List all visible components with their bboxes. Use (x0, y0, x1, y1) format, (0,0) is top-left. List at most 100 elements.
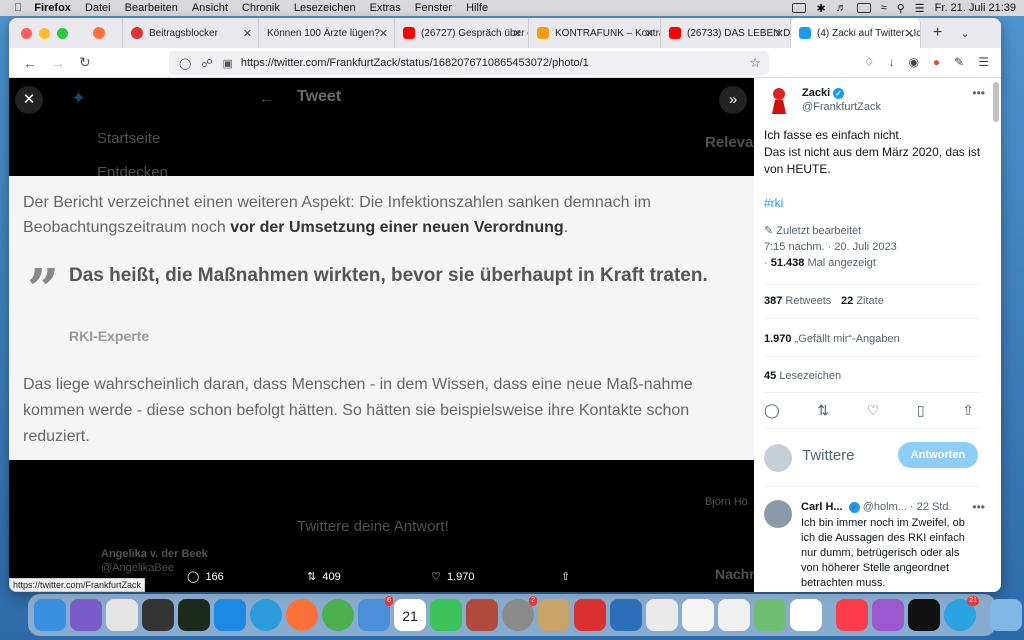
share-icon[interactable]: ⇧ (962, 402, 974, 419)
tab-twitter-active[interactable]: (4) Zacki auf Twitter: „Ic ✕ (791, 18, 921, 48)
close-tab-icon[interactable]: ✕ (513, 27, 522, 40)
forward-arrow-icon[interactable]: → (51, 55, 65, 71)
close-tab-icon[interactable]: ✕ (905, 27, 914, 40)
safari-icon[interactable] (250, 599, 282, 631)
calendar-icon[interactable]: 21 (394, 599, 426, 631)
menu-app-name[interactable]: Firefox (34, 2, 71, 14)
tab-aerzte[interactable]: Können 100 Ärzte lügen? ✕ (259, 18, 395, 48)
scrollbar[interactable] (993, 82, 999, 122)
tab-youtube-gespraech[interactable]: (26727) Gespräch über e ✕ (395, 18, 529, 48)
reply-icon[interactable]: ◯ (764, 402, 780, 419)
facetime-icon[interactable] (430, 599, 462, 631)
pages-icon[interactable] (718, 599, 750, 631)
collapse-sidebar-button[interactable]: » (719, 86, 747, 114)
tweet-timestamp[interactable]: 7:15 nachm. · 20. Juli 2023 (764, 241, 897, 253)
volume-icon[interactable]: ♬ (836, 2, 847, 14)
control-center-icon[interactable]: ☰ (915, 2, 925, 15)
menu-item-chronik[interactable]: Chronik (242, 2, 280, 14)
tab-kontrafunk[interactable]: KONTRAFUNK – Kontrafu ✕ (529, 18, 661, 48)
quotes-stat[interactable]: 22 Zitate (841, 295, 884, 307)
close-window-button[interactable] (21, 27, 32, 39)
wd-icon[interactable] (792, 3, 807, 13)
bookmarks-stat[interactable]: 45 Lesezeichen (764, 370, 841, 382)
wifi-icon[interactable]: ≈ (881, 2, 887, 14)
launchpad-icon[interactable] (106, 599, 138, 631)
activity-monitor-icon[interactable] (178, 599, 210, 631)
reload-icon[interactable]: ↻ (79, 54, 91, 71)
menu-item-datei[interactable]: Datei (85, 2, 111, 14)
contacts-icon[interactable] (538, 599, 570, 631)
photo-booth-icon[interactable] (574, 599, 606, 631)
apple-tv-icon[interactable] (908, 599, 940, 631)
finder-icon[interactable] (34, 599, 66, 631)
app-store-icon[interactable] (214, 599, 246, 631)
close-tab-icon[interactable]: ✕ (243, 27, 252, 40)
more-options-icon[interactable]: ••• (972, 86, 985, 100)
bookmark-star-icon[interactable]: ☆ (749, 55, 761, 71)
menu-item-fenster[interactable]: Fenster (415, 2, 452, 14)
apple-menu-icon[interactable]:  (14, 2, 22, 14)
downloads-folder-icon[interactable] (990, 599, 1022, 631)
menu-item-ansicht[interactable]: Ansicht (192, 2, 228, 14)
back-arrow-icon[interactable]: ← (23, 55, 37, 71)
close-tab-icon[interactable]: ✕ (775, 27, 784, 40)
search-icon[interactable]: ⚲ (897, 2, 905, 15)
close-tab-icon[interactable]: ✕ (645, 27, 654, 40)
zoom-window-button[interactable] (57, 27, 68, 39)
extensions-icon[interactable]: ✎ (954, 55, 964, 69)
reply-action[interactable]: ◯ 166 (187, 570, 224, 583)
heart-icon[interactable]: ♡ (867, 402, 880, 419)
downloads-icon[interactable]: ↓ (888, 55, 894, 69)
bluetooth-icon[interactable]: ✱ (816, 2, 825, 15)
like-action[interactable]: ♡ 1.970 (431, 570, 475, 583)
reply-input[interactable]: Twittere (802, 447, 855, 464)
clock[interactable]: Fr. 21. Juli 21:39 (935, 2, 1016, 14)
close-tab-icon[interactable]: ✕ (379, 27, 388, 40)
share-icon[interactable]: ⇧ (561, 570, 570, 583)
mission-control-icon[interactable] (142, 599, 174, 631)
shield-icon[interactable]: ◯ (179, 57, 191, 70)
maps-icon[interactable] (754, 599, 786, 631)
dictionary-icon[interactable] (466, 599, 498, 631)
author-handle[interactable]: @FrankfurtZack (802, 101, 881, 113)
minimize-window-button[interactable] (39, 27, 50, 39)
bookmark-icon[interactable]: ▯ (917, 402, 925, 419)
menu-item-lesezeichen[interactable]: Lesezeichen (294, 2, 356, 14)
vpn-extension-icon[interactable]: ◉ (908, 55, 918, 69)
keynote-icon[interactable] (646, 599, 678, 631)
retweet-action[interactable]: ⇅ 409 (307, 570, 341, 583)
hashtag-link[interactable]: #rki (764, 196, 783, 210)
permissions-icon[interactable]: ▣ (222, 57, 232, 70)
menu-hamburger-icon[interactable]: ☰ (978, 55, 989, 69)
menu-item-bearbeiten[interactable]: Bearbeiten (125, 2, 178, 14)
new-tab-button[interactable]: + (933, 24, 942, 42)
duckduckgo-icon[interactable]: ● (933, 55, 940, 69)
battery-icon[interactable] (856, 3, 871, 13)
tab-beitragsblocker[interactable]: Beitragsblocker ✕ (123, 18, 259, 48)
close-photo-button[interactable]: ✕ (15, 86, 43, 114)
url-text[interactable]: https://twitter.com/FrankfurtZack/status… (241, 57, 589, 69)
lock-icon[interactable]: ☍ (201, 57, 212, 70)
edited-label[interactable]: ✎ Zuletzt bearbeitet (764, 224, 861, 237)
chrome-icon[interactable] (322, 599, 354, 631)
photos-icon[interactable] (790, 599, 822, 631)
xcode-icon[interactable] (610, 599, 642, 631)
retweet-icon[interactable]: ⇅ (817, 402, 829, 419)
more-options-icon[interactable]: ••• (972, 500, 985, 514)
music-icon[interactable] (836, 599, 868, 631)
tab-list-chevron-icon[interactable]: ⌄ (960, 27, 969, 40)
system-settings-icon[interactable]: 2 (502, 596, 537, 631)
url-bar[interactable]: ◯ ☍ ▣ https://twitter.com/FrankfurtZack/… (169, 51, 769, 75)
author-name[interactable]: Zacki ✓ (802, 87, 845, 99)
siri-icon[interactable] (70, 599, 102, 631)
menu-item-extras[interactable]: Extras (370, 2, 401, 14)
firefox-icon[interactable] (286, 599, 318, 631)
numbers-icon[interactable] (682, 599, 714, 631)
pocket-icon[interactable]: ♢ (864, 55, 875, 69)
likes-stat[interactable]: 1.970 „Gefällt mir“-Angaben (764, 333, 900, 345)
mail-icon[interactable]: 6 (358, 596, 393, 631)
retweets-stat[interactable]: 387 Retweets (764, 295, 831, 307)
avatar[interactable] (764, 500, 792, 528)
tab-firefox[interactable] (85, 18, 123, 48)
comment-author[interactable]: Carl H... ✓ @holm... · 22 Std. (801, 501, 952, 513)
